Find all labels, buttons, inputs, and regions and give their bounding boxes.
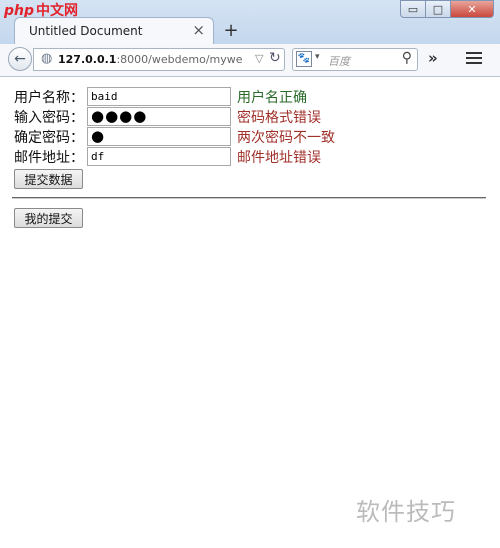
search-icon[interactable]: ⚲: [402, 50, 412, 66]
confirm-password-label: 确定密码：: [14, 130, 84, 146]
maximize-icon: □: [432, 2, 444, 16]
tab-close-icon[interactable]: ×: [192, 21, 205, 39]
confirm-password-message: 两次密码不一致: [237, 130, 335, 146]
globe-icon: ◍: [41, 51, 53, 66]
password-message: 密码格式错误: [237, 110, 321, 126]
url-host: 127.0.0.1: [58, 53, 117, 66]
submit-data-button[interactable]: 提交数据: [14, 169, 83, 189]
close-icon: ✕: [467, 2, 477, 16]
engine-dropdown-icon[interactable]: ▾: [315, 52, 320, 62]
nav-toolbar: ← ◍ 127.0.0.1:8000/webdemo/myweb/fc ▽ ↻ …: [0, 44, 500, 77]
password-input[interactable]: ●●●●: [87, 107, 231, 126]
email-message: 邮件地址错误: [237, 150, 321, 166]
email-input[interactable]: df: [87, 147, 231, 166]
url-path: :8000/webdemo/myweb/fc: [116, 53, 243, 66]
back-arrow-icon: ←: [14, 51, 26, 67]
address-bar[interactable]: ◍ 127.0.0.1:8000/webdemo/myweb/fc ▽ ↻: [33, 48, 285, 71]
password-label: 输入密码：: [14, 110, 84, 126]
username-input[interactable]: baid: [87, 87, 231, 106]
new-tab-button[interactable]: +: [222, 20, 240, 41]
minimize-button[interactable]: ▭: [400, 0, 426, 18]
tab-title: Untitled Document: [29, 24, 143, 38]
maximize-button[interactable]: □: [426, 0, 451, 18]
back-button[interactable]: ←: [8, 47, 32, 71]
username-label: 用户名称：: [14, 90, 84, 106]
overflow-chevron-icon[interactable]: »: [428, 49, 438, 67]
watermark-text: 软件技巧: [356, 498, 456, 526]
minimize-icon: ▭: [407, 2, 419, 16]
search-placeholder: 百度: [328, 55, 350, 68]
menu-icon[interactable]: [466, 49, 482, 67]
window-controls: ▭ □ ✕: [400, 0, 494, 18]
close-window-button[interactable]: ✕: [451, 0, 494, 18]
email-label: 邮件地址：: [14, 150, 84, 166]
username-message: 用户名正确: [237, 90, 307, 106]
search-bar[interactable]: 🐾 ▾ 百度 ⚲: [292, 48, 418, 71]
page-content: 用户名称： baid 用户名正确 输入密码： ●●●● 密码格式错误 确定密码：…: [0, 77, 500, 548]
url-dropdown-icon[interactable]: ▽: [255, 52, 263, 65]
search-engine-icon[interactable]: 🐾: [296, 51, 312, 67]
browser-tab[interactable]: Untitled Document ×: [14, 17, 214, 44]
confirm-password-input[interactable]: ●: [87, 127, 231, 146]
title-bar: php 中文网 Untitled Document × + ▭ □ ✕: [0, 0, 500, 44]
reload-icon[interactable]: ↻: [269, 50, 281, 66]
divider: [12, 197, 486, 199]
url-text: 127.0.0.1:8000/webdemo/myweb/fc: [58, 53, 243, 66]
my-submit-button[interactable]: 我的提交: [14, 208, 83, 228]
